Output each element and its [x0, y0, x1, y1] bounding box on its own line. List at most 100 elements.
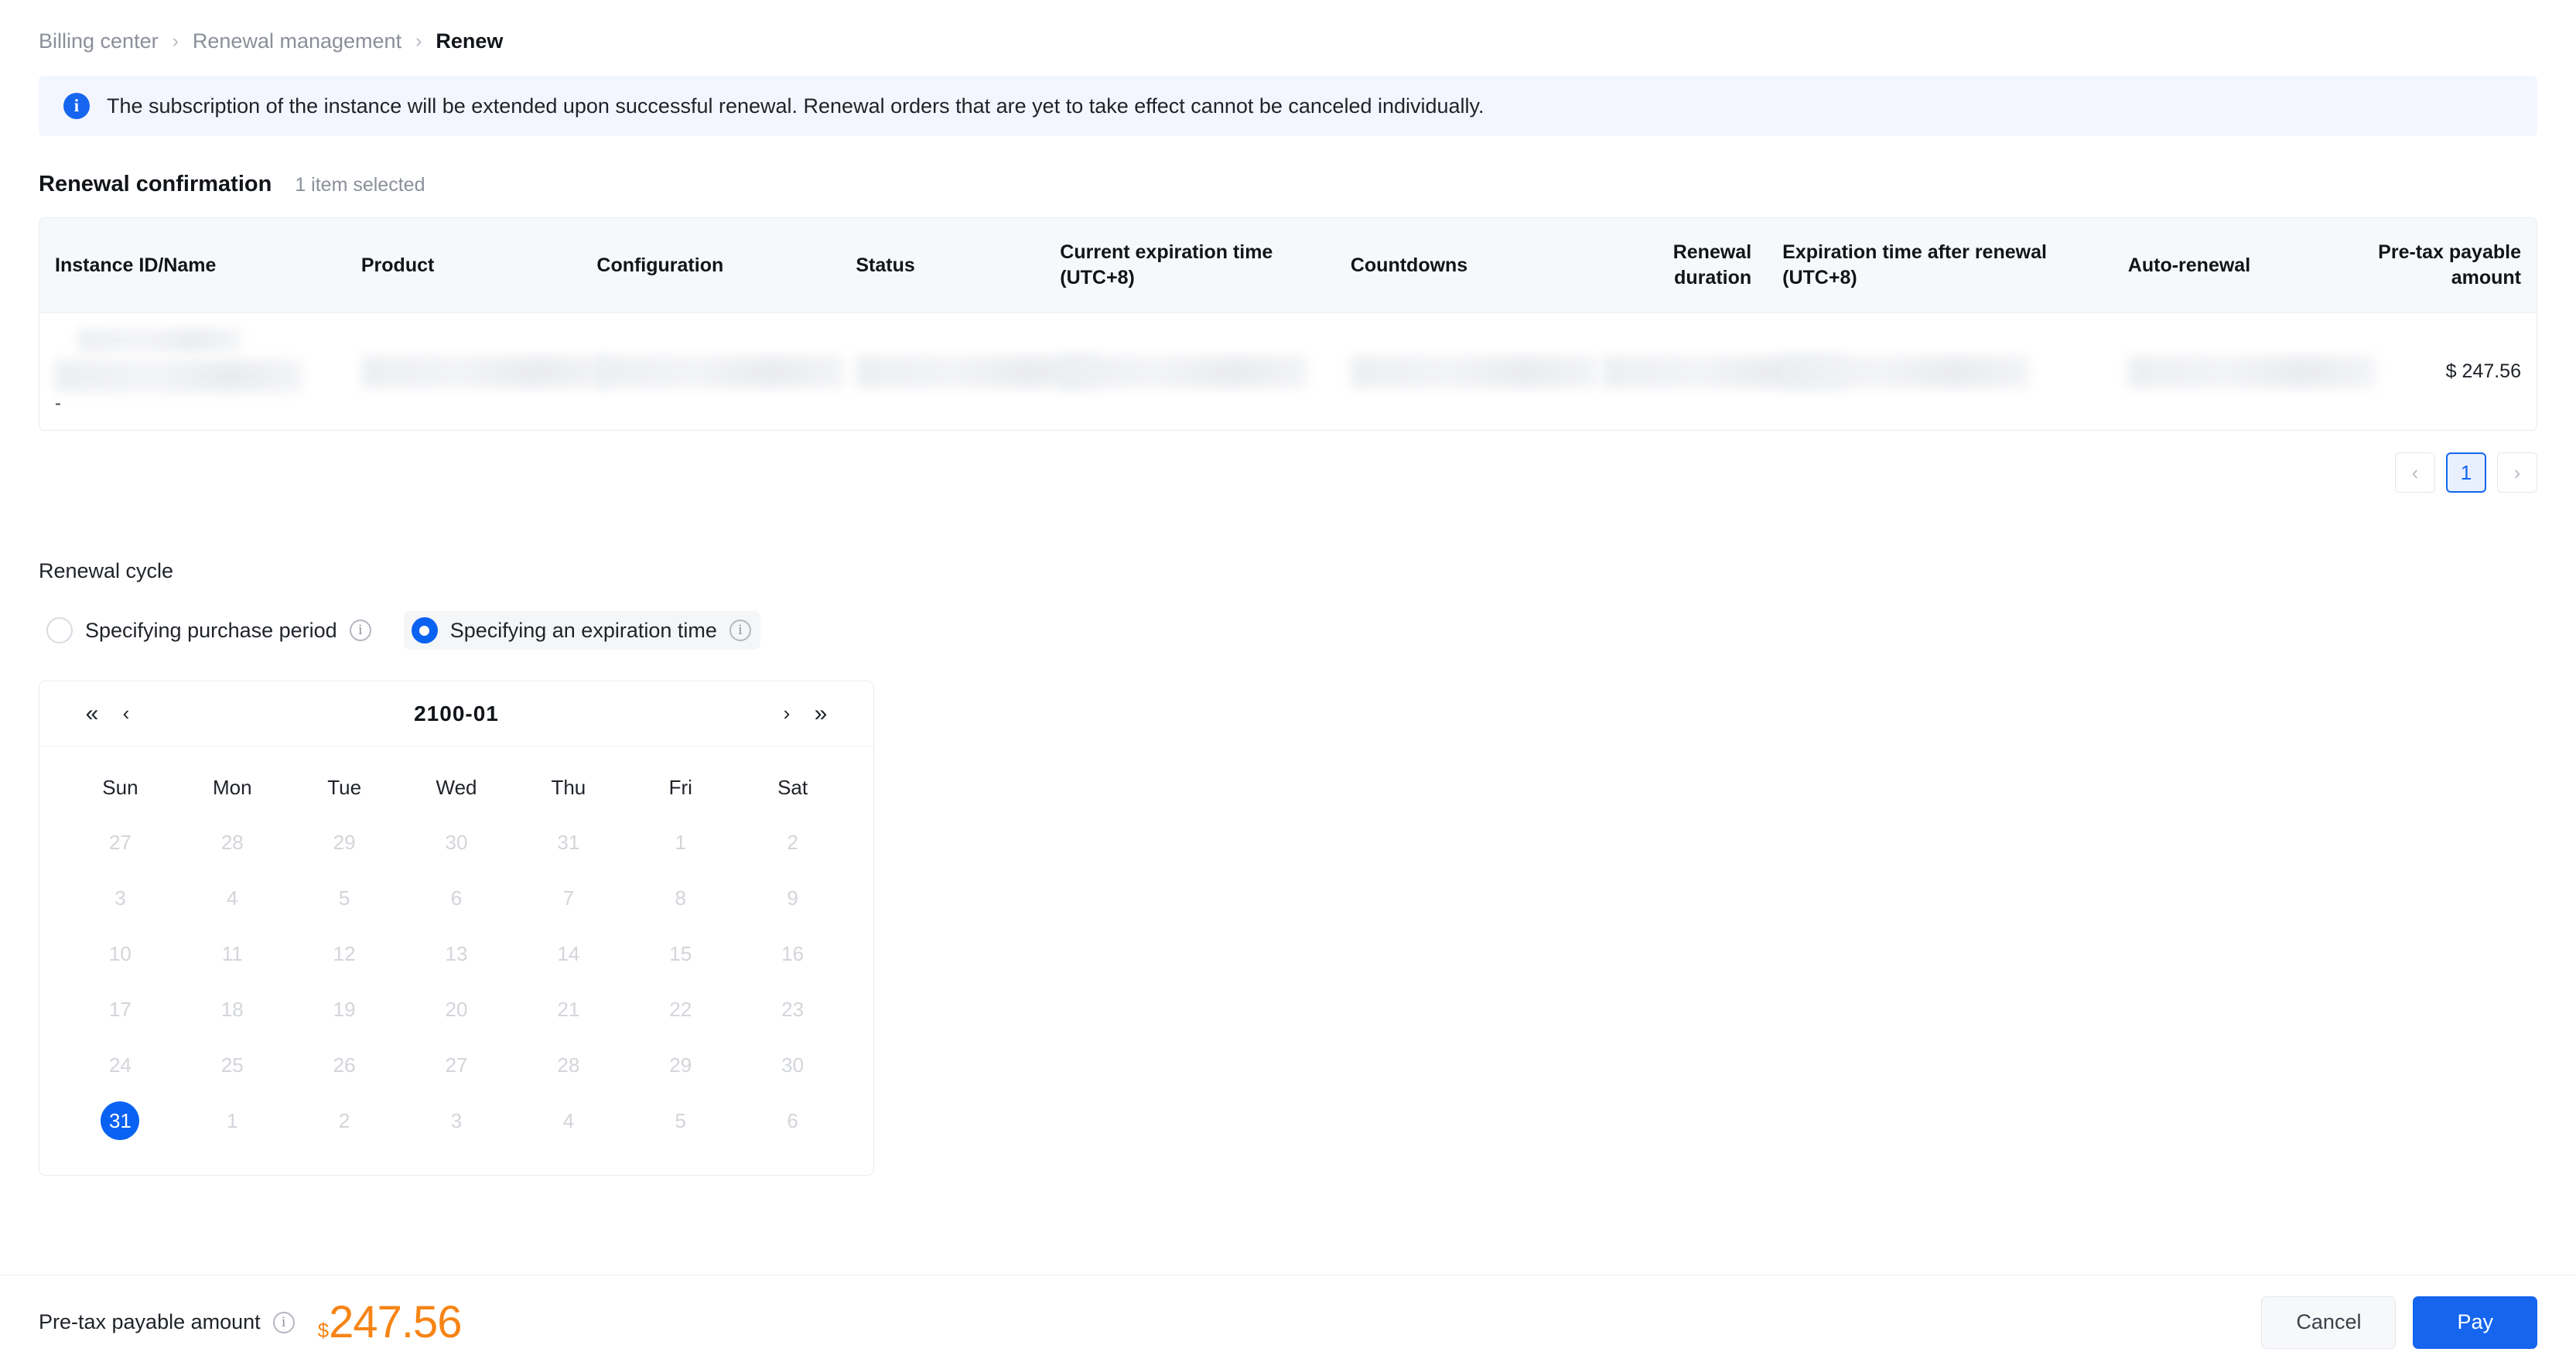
column-header-product: Product: [360, 254, 435, 276]
calendar-day[interactable]: 31: [512, 814, 624, 870]
breadcrumb: Billing center › Renewal management › Re…: [0, 0, 2576, 56]
calendar-day[interactable]: 20: [401, 982, 513, 1037]
calendar-day[interactable]: 26: [289, 1037, 401, 1093]
cancel-button[interactable]: Cancel: [2261, 1296, 2397, 1349]
weekday-sat: Sat: [777, 775, 808, 799]
page-title: Renewal confirmation: [39, 172, 272, 196]
total-amount-label: Pre-tax payable amount: [39, 1310, 261, 1333]
calendar-day[interactable]: 7: [512, 870, 624, 926]
calendar-day-number: 3: [450, 1108, 463, 1132]
calendar-day[interactable]: 16: [736, 926, 849, 982]
calendar-day-number: 9: [787, 886, 798, 910]
calendar-day-number: 26: [333, 1053, 356, 1077]
breadcrumb-item-renew: Renew: [436, 29, 504, 53]
renewal-confirmation-header: Renewal confirmation 1 item selected: [0, 136, 2576, 197]
calendar-day[interactable]: 29: [624, 1037, 736, 1093]
column-header-current-expiration-time: Current expiration time (UTC+8): [1060, 241, 1273, 288]
calendar-day-number: 30: [781, 1053, 805, 1077]
expiration-date-picker: « ‹ 2100-01 › » Sun Mon Tue Wed Thu Fri …: [39, 681, 874, 1176]
breadcrumb-item-billing-center[interactable]: Billing center: [39, 29, 159, 53]
calendar-day-number: 10: [108, 941, 132, 965]
calendar-day[interactable]: 24: [64, 1037, 176, 1093]
cell-current-expiration-time: [1044, 313, 1335, 431]
radio-circle-selected-icon: [411, 617, 438, 644]
weekday-thu: Thu: [551, 775, 586, 799]
redacted-instance-name: [78, 329, 241, 352]
calendar-day-number: 2: [338, 1108, 350, 1132]
redacted-current-expiration: [1060, 355, 1308, 388]
weekday-wed: Wed: [436, 775, 477, 799]
weekday-sun: Sun: [102, 775, 138, 799]
cell-renewal-duration: [1587, 313, 1850, 431]
calendar-day-number: 2: [787, 830, 798, 854]
calendar-day[interactable]: 19: [289, 982, 401, 1037]
calendar-day[interactable]: 1: [624, 814, 736, 870]
table-row[interactable]: - $ 247.56: [39, 312, 2537, 431]
calendar-day[interactable]: 28: [512, 1037, 624, 1093]
calendar-day[interactable]: 15: [624, 926, 736, 982]
pagination-prev-button[interactable]: ‹: [2395, 452, 2435, 493]
calendar-day[interactable]: 28: [176, 814, 289, 870]
calendar-day[interactable]: 5: [289, 870, 401, 926]
calendar-day[interactable]: 6: [401, 870, 513, 926]
calendar-day[interactable]: 3: [401, 1093, 513, 1149]
calendar-day[interactable]: 13: [401, 926, 513, 982]
calendar-day[interactable]: 4: [176, 870, 289, 926]
calendar-next-year-button[interactable]: »: [804, 701, 838, 727]
calendar-day-number: 28: [557, 1053, 580, 1077]
calendar-day-number: 23: [781, 997, 805, 1021]
calendar-day-number: 1: [675, 830, 686, 854]
pay-button[interactable]: Pay: [2413, 1296, 2537, 1349]
calendar-day[interactable]: 22: [624, 982, 736, 1037]
calendar-day[interactable]: 10: [64, 926, 176, 982]
redacted-product: [360, 355, 609, 388]
pagination-page-1[interactable]: 1: [2446, 452, 2486, 493]
calendar-next-month-button[interactable]: ›: [770, 702, 804, 725]
selection-count: 1 item selected: [295, 174, 425, 196]
calendar-day[interactable]: 30: [401, 814, 513, 870]
calendar-day[interactable]: 5: [624, 1093, 736, 1149]
calendar-week-row: 24 25 26 27 28 29 30: [64, 1037, 849, 1093]
calendar-day[interactable]: 2: [736, 814, 849, 870]
calendar-day[interactable]: 6: [736, 1093, 849, 1149]
calendar-day[interactable]: 9: [736, 870, 849, 926]
calendar-day-selected[interactable]: 31: [64, 1093, 176, 1149]
calendar-day[interactable]: 30: [736, 1037, 849, 1093]
calendar-day[interactable]: 23: [736, 982, 849, 1037]
calendar-prev-month-button[interactable]: ‹: [109, 702, 143, 725]
calendar-day-number: 27: [445, 1053, 468, 1077]
redacted-expiration-after-renewal: [1782, 355, 2031, 388]
pagination-next-button[interactable]: ›: [2497, 452, 2537, 493]
info-help-icon[interactable]: i: [729, 620, 751, 641]
calendar-day[interactable]: 21: [512, 982, 624, 1037]
calendar-day[interactable]: 29: [289, 814, 401, 870]
calendar-day[interactable]: 4: [512, 1093, 624, 1149]
calendar-prev-year-button[interactable]: «: [75, 701, 109, 727]
calendar-day[interactable]: 18: [176, 982, 289, 1037]
calendar-day-number: 14: [557, 941, 580, 965]
info-help-icon[interactable]: i: [272, 1311, 295, 1333]
info-help-icon[interactable]: i: [349, 620, 371, 641]
cell-pre-tax-payable-amount: $ 247.56: [2445, 360, 2521, 382]
radio-specifying-purchase-period[interactable]: Specifying purchase period i: [39, 611, 381, 650]
calendar-day[interactable]: 2: [289, 1093, 401, 1149]
calendar-grid: Sun Mon Tue Wed Thu Fri Sat 27 28 29 30 …: [39, 746, 873, 1175]
calendar-title[interactable]: 2100-01: [143, 702, 770, 726]
calendar-day-number: 4: [227, 886, 238, 910]
calendar-day[interactable]: 8: [624, 870, 736, 926]
calendar-day[interactable]: 1: [176, 1093, 289, 1149]
calendar-day[interactable]: 27: [64, 814, 176, 870]
radio-specifying-expiration-time[interactable]: Specifying an expiration time i: [403, 611, 760, 650]
calendar-day[interactable]: 17: [64, 982, 176, 1037]
calendar-day[interactable]: 12: [289, 926, 401, 982]
calendar-day[interactable]: 14: [512, 926, 624, 982]
radio-circle-icon: [46, 617, 73, 644]
calendar-day[interactable]: 3: [64, 870, 176, 926]
calendar-day-number: 8: [675, 886, 686, 910]
calendar-day[interactable]: 25: [176, 1037, 289, 1093]
calendar-day-number: 25: [220, 1053, 244, 1077]
calendar-day-number: 3: [114, 886, 126, 910]
calendar-day[interactable]: 27: [401, 1037, 513, 1093]
calendar-day[interactable]: 11: [176, 926, 289, 982]
breadcrumb-item-renewal-management[interactable]: Renewal management: [193, 29, 401, 53]
